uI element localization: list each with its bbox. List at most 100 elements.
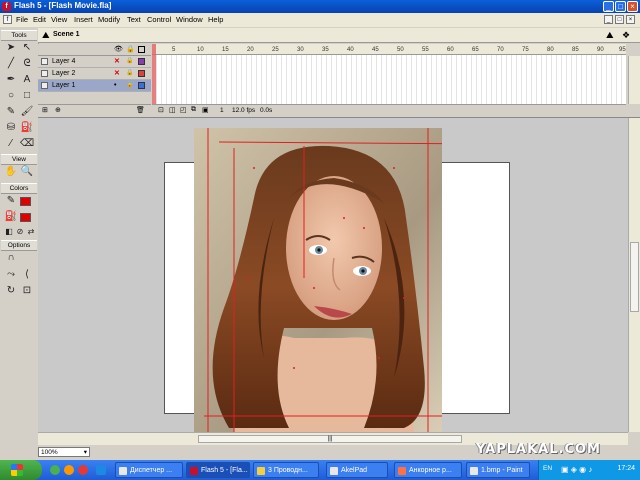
task-button[interactable]: 3 Проводн... [253, 462, 319, 478]
rotate-icon[interactable]: ↻ [4, 284, 18, 298]
layer-row[interactable]: Layer 2 ✕ 🔒 [38, 68, 151, 80]
maximize-button[interactable]: □ [615, 1, 626, 12]
swap-colors-icon[interactable]: ⇄ [24, 225, 38, 239]
lock-icon[interactable]: 🔒 [126, 80, 133, 91]
quicklaunch-icon[interactable] [64, 465, 74, 475]
lasso-tool-icon[interactable]: ᘓ [20, 57, 34, 71]
menu-view[interactable]: View [51, 15, 67, 24]
start-button[interactable] [0, 460, 42, 480]
doc-minimize-icon[interactable]: _ [604, 15, 613, 24]
outline-color-icon[interactable] [138, 58, 145, 65]
task-label: AkelPad [341, 467, 368, 474]
pen-tool-icon[interactable]: ✒ [4, 73, 18, 87]
outline-color-icon[interactable] [138, 70, 145, 77]
onion-skin-icon[interactable]: ◫ [169, 106, 176, 114]
hand-tool-icon[interactable]: ✋ [4, 165, 18, 179]
brush-tool-icon[interactable]: 🖌 [20, 105, 34, 119]
hidden-x-icon[interactable]: ✕ [114, 56, 120, 67]
layer-name: Layer 2 [52, 70, 76, 77]
tick-label: 10 [197, 47, 204, 53]
quicklaunch-icon[interactable] [96, 465, 106, 475]
visible-dot-icon[interactable]: • [114, 80, 116, 91]
quicklaunch-icon[interactable] [78, 465, 88, 475]
task-button[interactable]: Диспетчер ... [115, 462, 183, 478]
lock-all-icon[interactable]: 🔒 [126, 45, 135, 53]
document-icon[interactable]: f [3, 15, 12, 24]
menu-text[interactable]: Text [127, 15, 141, 24]
task-button-active[interactable]: Flash 5 - [Fla... [186, 462, 250, 478]
vscroll-thumb[interactable] [630, 242, 639, 312]
tools-panel: Tools ➤ ↖ ╱ ᘓ ✒ A ○ □ ✎ 🖌 ⛁ ⛽ ⁄ ⌫ View ✋… [0, 28, 39, 318]
task-button[interactable]: AkelPad [326, 462, 388, 478]
quicklaunch-icon[interactable] [50, 465, 60, 475]
ink-bottle-tool-icon[interactable]: ⛁ [4, 121, 18, 135]
oval-tool-icon[interactable]: ○ [4, 89, 18, 103]
minimize-button[interactable]: _ [603, 1, 614, 12]
timeline-vscroll[interactable] [628, 56, 640, 104]
photo-bitmap[interactable] [194, 128, 442, 432]
center-frame-icon[interactable]: ⊡ [158, 106, 164, 114]
title-bar[interactable]: f Flash 5 - [Flash Movie.fla] _ □ × [0, 0, 640, 13]
task-button[interactable]: Анкорное р... [394, 462, 462, 478]
hscroll-thumb[interactable]: ||| [198, 435, 462, 443]
hidden-x-icon[interactable]: ✕ [114, 68, 120, 79]
edit-symbol-icon[interactable]: ❖ [622, 30, 630, 41]
subselect-tool-icon[interactable]: ↖ [20, 41, 34, 55]
edit-multiple-icon[interactable]: ⧉ [191, 106, 196, 114]
zoom-select[interactable]: 100% ▾ [38, 447, 90, 457]
arrow-tool-icon[interactable]: ➤ [4, 41, 18, 55]
doc-close-icon[interactable]: × [626, 15, 635, 24]
delete-layer-icon[interactable]: 🗑 [136, 106, 145, 114]
outline-color-icon[interactable] [138, 82, 145, 89]
onion-outline-icon[interactable]: ◰ [180, 106, 187, 114]
windows-logo-icon [11, 464, 23, 476]
task-button[interactable]: 1.bmp - Paint [466, 462, 530, 478]
system-tray: EN ▣ ◈ ◉ ♪ 17:24 [538, 460, 640, 480]
stage-vscroll[interactable] [628, 118, 640, 432]
smooth-icon[interactable]: ⤳ [4, 268, 18, 282]
dropper-tool-icon[interactable]: ⁄ [4, 137, 18, 151]
edit-scene-icon[interactable]: ⛰ [606, 30, 614, 41]
menu-help[interactable]: Help [208, 15, 223, 24]
menu-edit[interactable]: Edit [33, 15, 46, 24]
menu-modify[interactable]: Modify [98, 15, 120, 24]
line-tool-icon[interactable]: ╱ [4, 57, 18, 71]
frames-grid[interactable]: 5 10 15 20 25 30 35 40 45 50 55 60 65 70… [152, 44, 626, 116]
menu-insert[interactable]: Insert [74, 15, 93, 24]
text-tool-icon[interactable]: A [20, 73, 34, 87]
menu-window[interactable]: Window [176, 15, 203, 24]
outline-all-icon[interactable] [138, 46, 145, 53]
straighten-icon[interactable]: ⟨ [20, 268, 34, 282]
zoom-tool-icon[interactable]: 🔍 [20, 165, 34, 179]
stroke-color-swatch[interactable] [20, 197, 31, 206]
menu-file[interactable]: File [16, 15, 28, 24]
pencil-tool-icon[interactable]: ✎ [4, 105, 18, 119]
magnet-snap-icon[interactable]: ∩ [4, 251, 18, 265]
rectangle-tool-icon[interactable]: □ [20, 89, 34, 103]
layer-name: Layer 1 [52, 82, 76, 89]
close-button[interactable]: × [627, 1, 638, 12]
frame-rate: 12.0 fps [232, 107, 256, 114]
frame-ruler[interactable]: 5 10 15 20 25 30 35 40 45 50 55 60 65 70… [152, 44, 626, 55]
fill-color-swatch[interactable] [20, 213, 31, 222]
layer-row-selected[interactable]: Layer 1 • 🔒 [38, 80, 151, 92]
paint-bucket-tool-icon[interactable]: ⛽ [20, 121, 34, 135]
add-guide-layer-icon[interactable]: ⊕ [55, 106, 61, 114]
options-section-label: Options [1, 240, 37, 251]
language-indicator[interactable]: EN [543, 465, 552, 472]
onion-markers-icon[interactable]: ▣ [202, 106, 209, 114]
timeline-status-bar: ⊡ ◫ ◰ ⧉ ▣ 1 12.0 fps 0.0s [152, 104, 626, 116]
doc-restore-icon[interactable]: □ [615, 15, 624, 24]
menu-control[interactable]: Control [147, 15, 171, 24]
add-layer-icon[interactable]: ⊞ [42, 106, 48, 114]
scale-icon[interactable]: ⊡ [20, 284, 34, 298]
layer-row[interactable]: Layer 4 ✕ 🔒 [38, 56, 151, 68]
tray-icons[interactable]: ▣ ◈ ◉ ♪ [561, 465, 592, 474]
show-hide-icon[interactable]: 👁 [114, 45, 123, 53]
eraser-tool-icon[interactable]: ⌫ [20, 137, 34, 151]
task-icon [398, 467, 406, 475]
chevron-down-icon[interactable]: ▾ [84, 448, 87, 458]
stage-workspace[interactable] [38, 118, 628, 432]
lock-icon[interactable]: 🔒 [126, 56, 133, 67]
lock-icon[interactable]: 🔒 [126, 68, 133, 79]
